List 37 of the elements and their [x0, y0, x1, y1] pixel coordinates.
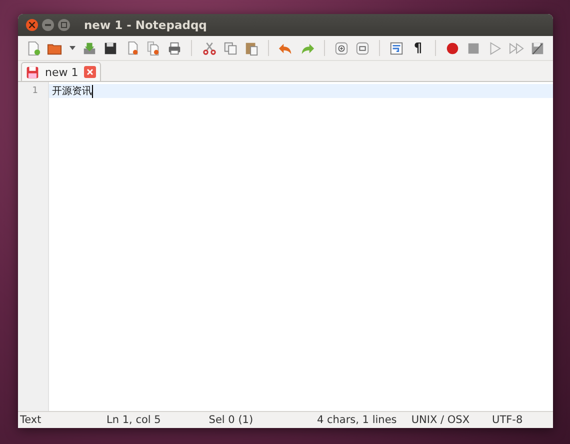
floppy-icon	[103, 40, 118, 56]
record-icon	[444, 40, 460, 56]
download-icon	[82, 40, 98, 56]
status-text: Ln 1, col 5	[106, 414, 162, 426]
status-text: Text	[20, 414, 42, 426]
tab-label: new 1	[45, 66, 78, 78]
stop-icon	[466, 40, 482, 56]
line-text: 开源资讯	[52, 84, 93, 98]
caret-icon	[68, 46, 76, 50]
text-editor[interactable]: 1 开源资讯	[18, 82, 553, 411]
close-icon[interactable]	[84, 66, 96, 78]
copy-icon	[222, 40, 238, 56]
close-icon	[29, 22, 35, 28]
maximize-icon	[61, 22, 67, 28]
show-symbols-button[interactable]: ¶	[408, 38, 428, 58]
zoom-in-icon	[334, 40, 349, 56]
new-file-icon	[26, 40, 42, 56]
status-text: UNIX / OSX	[411, 414, 471, 426]
minimize-button[interactable]	[42, 19, 54, 31]
line-number: 1	[31, 85, 39, 98]
scissors-icon	[202, 40, 217, 56]
window-title: new 1 - Notepadqq	[84, 18, 207, 32]
floppy-icon	[530, 40, 545, 56]
fast-forward-icon	[508, 40, 524, 56]
printer-icon	[167, 40, 182, 56]
files-icon	[146, 40, 162, 56]
document-tab[interactable]: new 1	[21, 62, 102, 81]
zoom-out-icon	[355, 40, 370, 56]
minimize-icon	[45, 24, 51, 26]
maximize-button[interactable]	[58, 19, 70, 31]
clipboard-icon	[244, 40, 260, 56]
floppy-icon	[26, 66, 39, 78]
status-text: 4 chars, 1 lines	[316, 414, 398, 426]
word-wrap-icon	[389, 40, 404, 56]
status-text: Sel 0 (1)	[208, 414, 254, 426]
status-text: UTF-8	[492, 414, 524, 426]
close-button[interactable]	[26, 19, 38, 31]
